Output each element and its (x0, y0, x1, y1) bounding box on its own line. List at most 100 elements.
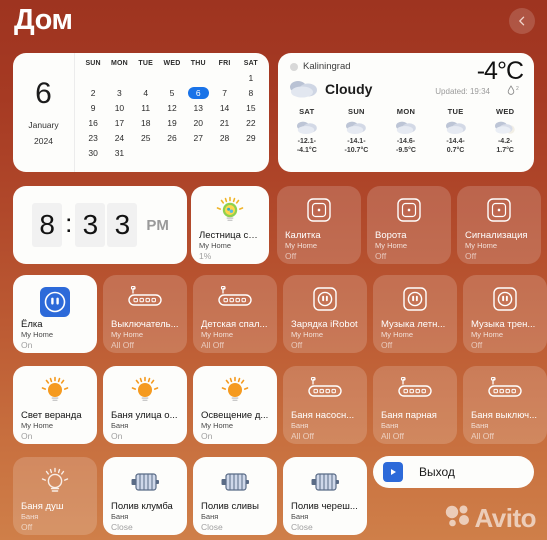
calendar-day-cell[interactable]: 27 (185, 132, 211, 145)
device-tile-banya-steam[interactable]: Баня парная Баня All Off (373, 366, 457, 444)
calendar-day-cell[interactable]: 29 (238, 132, 264, 145)
calendar-day-cell[interactable]: 8 (238, 87, 264, 100)
calendar-day-cell[interactable]: 26 (159, 132, 185, 145)
forecast-day: SAT -12.1- -4.1°C (282, 107, 332, 155)
device-tile-kids-bedroom[interactable]: Детская спал... My Home All Off (193, 275, 277, 353)
device-tile-water-plum[interactable]: Полив сливы Баня Close (193, 457, 277, 535)
chevron-left-icon (516, 15, 528, 27)
device-tile-switch-1[interactable]: Выключатель... My Home All Off (103, 275, 187, 353)
home-dashboard-screen: Дом 6 January 2024 SUN MON TUE WED THU FRI SAT… (0, 0, 547, 540)
calendar-day-cell[interactable]: 5 (159, 87, 185, 100)
cloud-icon (286, 77, 322, 106)
device-tile-irobot-charge[interactable]: Зарядка iRobot My Home Off (283, 275, 367, 353)
calendar-day-cell[interactable]: 20 (185, 117, 211, 130)
calendar-day-cell[interactable]: 24 (106, 132, 132, 145)
color-bulb-icon (199, 194, 261, 230)
device-name: Баня выключ... (471, 410, 538, 421)
device-tile-music-summer[interactable]: Музыка летн... My Home Off (373, 275, 457, 353)
calendar-day-cell[interactable]: 13 (185, 102, 211, 115)
calendar-day-cell[interactable]: 16 (80, 117, 106, 130)
device-state: Off (465, 251, 477, 261)
calendar-weekday: MON (110, 60, 128, 67)
device-room: My Home (201, 421, 234, 430)
device-room: Баня (111, 421, 129, 430)
weather-city: Kaliningrad (290, 61, 351, 72)
calendar-weekday: SAT (243, 60, 258, 67)
calendar-day-cell[interactable]: 28 (211, 132, 237, 145)
calendar-day-cell[interactable]: 15 (238, 102, 264, 115)
weather-condition: Cloudy (325, 81, 373, 97)
clock-widget[interactable]: 8 : 3 3 PM (13, 186, 187, 264)
device-state: Off (21, 522, 33, 532)
device-state: All Off (471, 431, 494, 441)
calendar-day-cell[interactable]: 14 (211, 102, 237, 115)
calendar-day-cell[interactable]: 10 (106, 102, 132, 115)
calendar-day-cell[interactable]: 23 (80, 132, 106, 145)
bulb-outline-icon (21, 465, 89, 501)
switch-button-icon (285, 194, 353, 230)
device-state: Off (381, 340, 393, 350)
device-tile-music-gym[interactable]: Музыка трен... My Home Off (463, 275, 547, 353)
device-name: Музыка летн... (381, 319, 446, 330)
calendar-day-cell[interactable]: 22 (238, 117, 264, 130)
clock-minute-tens: 3 (75, 203, 106, 247)
device-room: My Home (21, 330, 54, 339)
calendar-day-cell[interactable]: 9 (80, 102, 106, 115)
calendar-day-cell[interactable]: 31 (106, 147, 132, 160)
device-tile-stair-light[interactable]: Лестница свет My Home 1% (191, 186, 269, 264)
device-tile-gate[interactable]: Ворота My Home Off (367, 186, 451, 264)
calendar-day-cell[interactable]: 25 (133, 132, 159, 145)
calendar-day-cell[interactable]: 30 (80, 147, 106, 160)
calendar-day-cell[interactable]: 21 (211, 117, 237, 130)
calendar-day-cell[interactable]: 7 (211, 87, 237, 100)
calendar-day-cell[interactable]: 12 (159, 102, 185, 115)
device-room: My Home (381, 330, 414, 339)
calendar-widget[interactable]: 6 January 2024 SUNMONTUEWEDTHUFRISAT....… (13, 53, 269, 172)
calendar-day-cell[interactable]: 3 (106, 87, 132, 100)
device-tile-gate-wicket[interactable]: Калитка My Home Off (277, 186, 361, 264)
power-strip-icon (291, 374, 359, 410)
device-name: Полив клумба (111, 501, 173, 512)
page-title: Дом (14, 4, 73, 36)
calendar-day-cell[interactable]: 2 (80, 87, 106, 100)
device-tile-lighting-house[interactable]: Освещение д... My Home On (193, 366, 277, 444)
cloud-sun-icon (480, 117, 530, 137)
device-tile-water-cherry[interactable]: Полив череш... Баня Close (283, 457, 367, 535)
device-room: My Home (201, 330, 234, 339)
avito-logo-icon (445, 504, 471, 533)
calendar-day-cell[interactable]: 1 (238, 72, 264, 85)
device-tile-veranda-light[interactable]: Свет веранда My Home On (13, 366, 97, 444)
device-room: Баня (21, 512, 39, 521)
device-tile-banya-switch[interactable]: Баня выключ... Баня All Off (463, 366, 547, 444)
forecast-day-label: SAT (299, 107, 315, 116)
device-state: Close (291, 522, 313, 532)
device-tile-water-flower[interactable]: Полив клумба Баня Close (103, 457, 187, 535)
calendar-year: 2024 (34, 136, 53, 146)
weather-widget[interactable]: Kaliningrad -4°C Cloudy Updated: 19:34 2… (278, 53, 534, 172)
device-tile-christmas-tree[interactable]: Ёлка My Home On (13, 275, 97, 353)
calendar-day-cell[interactable]: 18 (133, 117, 159, 130)
device-tile-alarm[interactable]: Сигнализация My Home Off (457, 186, 541, 264)
device-room: Баня (201, 512, 219, 521)
device-tile-banya-shower[interactable]: Баня душ Баня Off (13, 457, 97, 535)
device-name: Свет веранда (21, 410, 82, 421)
calendar-day-cell[interactable]: 19 (159, 117, 185, 130)
device-name: Зарядка iRobot (291, 319, 358, 330)
device-tile-banya-street[interactable]: Баня улица о... Баня On (103, 366, 187, 444)
back-button[interactable] (509, 8, 535, 34)
device-room: Баня (291, 512, 309, 521)
device-room: My Home (375, 241, 408, 250)
calendar-day-cell[interactable]: 4 (133, 87, 159, 100)
calendar-day-cell[interactable]: 11 (133, 102, 159, 115)
forecast-day-label: TUE (447, 107, 464, 116)
play-icon (383, 462, 403, 482)
calendar-day-selected[interactable]: 6 (185, 87, 211, 100)
bulb-icon (21, 374, 89, 410)
calendar-day-cell[interactable]: 17 (106, 117, 132, 130)
scene-exit-button[interactable]: Выход (373, 456, 534, 488)
device-state: All Off (201, 340, 224, 350)
scene-label: Выход (419, 465, 455, 479)
forecast-low: 0.7°C (446, 146, 465, 154)
device-name: Полив сливы (201, 501, 259, 512)
device-tile-banya-pump[interactable]: Баня насосн... Баня All Off (283, 366, 367, 444)
